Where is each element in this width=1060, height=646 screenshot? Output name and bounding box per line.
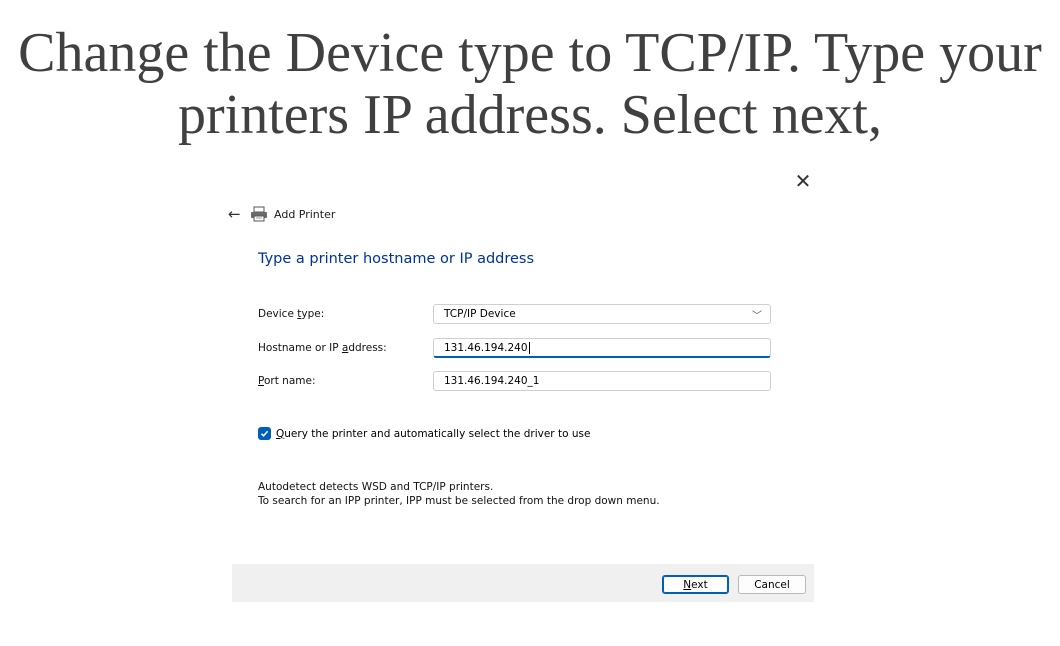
- slide-title-line2: printers IP address. Select next,: [178, 84, 882, 146]
- note-line2: To search for an IPP printer, IPP must b…: [258, 495, 660, 507]
- query-printer-checkbox[interactable]: [258, 427, 271, 440]
- port-name-row: Port name: 131.46.194.240_1: [258, 370, 771, 392]
- query-printer-label: Query the printer and automatically sele…: [276, 427, 591, 440]
- note-line1: Autodetect detects WSD and TCP/IP printe…: [258, 481, 494, 493]
- checkmark-icon: [260, 430, 269, 437]
- dialog-titlebar: ← Add Printer: [228, 204, 335, 224]
- back-arrow-icon[interactable]: ←: [228, 205, 250, 223]
- device-type-label: Device type:: [258, 308, 325, 320]
- slide-title-line1: Change the Device type to TCP/IP. Type y…: [18, 22, 1042, 84]
- dialog-footer: Next Cancel: [232, 564, 814, 602]
- device-type-value: TCP/IP Device: [444, 308, 516, 320]
- text-caret: [528, 341, 530, 354]
- slide-title: Change the Device type to TCP/IP. Type y…: [0, 22, 1060, 146]
- dialog-heading: Type a printer hostname or IP address: [258, 251, 535, 267]
- port-name-input[interactable]: 131.46.194.240_1: [433, 371, 771, 391]
- device-type-row: Device type: TCP/IP Device ﹀: [258, 303, 771, 325]
- chevron-down-icon: ﹀: [752, 311, 762, 322]
- hostname-row: Hostname or IP address: 131.46.194.240: [258, 337, 771, 359]
- device-type-select[interactable]: TCP/IP Device ﹀: [433, 304, 771, 324]
- autodetect-note: Autodetect detects WSD and TCP/IP printe…: [258, 480, 660, 508]
- dialog-title: Add Printer: [274, 207, 336, 221]
- close-icon[interactable]: ✕: [792, 170, 814, 192]
- next-button[interactable]: Next: [662, 575, 729, 594]
- hostname-value: 131.46.194.240: [444, 341, 528, 354]
- hostname-label: Hostname or IP address:: [258, 342, 387, 354]
- add-printer-dialog: ✕ ← Add Printer Type a printer hostname …: [214, 164, 814, 604]
- query-printer-option[interactable]: Query the printer and automatically sele…: [258, 427, 590, 440]
- hostname-input[interactable]: 131.46.194.240: [433, 338, 771, 358]
- printer-icon: [251, 206, 267, 222]
- port-name-label: Port name:: [258, 375, 316, 387]
- cancel-button[interactable]: Cancel: [738, 575, 806, 594]
- port-name-value: 131.46.194.240_1: [444, 375, 540, 387]
